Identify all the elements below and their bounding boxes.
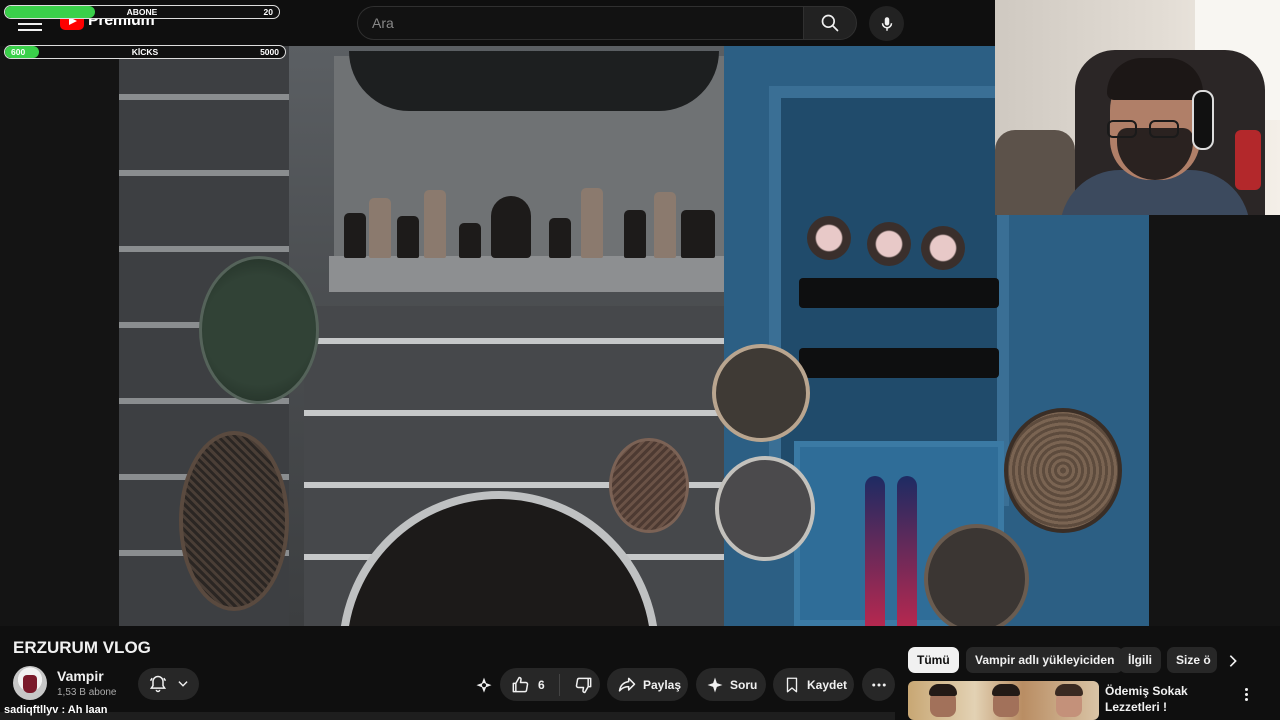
search-icon <box>821 14 839 32</box>
kicks-goal-target: 5000 <box>260 47 279 57</box>
share-button[interactable]: Paylaş <box>607 668 688 701</box>
abone-goal-bar: ABONE 20 <box>4 5 280 19</box>
chevron-down-icon <box>177 681 188 687</box>
chip-all[interactable]: Tümü <box>908 647 959 673</box>
abone-goal-target: 20 <box>263 7 273 17</box>
more-icon <box>871 683 886 686</box>
bookmark-icon <box>786 677 798 692</box>
subscriber-count: 1,53 B abone <box>57 687 117 698</box>
chip-from-uploader[interactable]: Vampir adlı yükleyiciden <box>966 647 1124 673</box>
mic-icon <box>881 16 892 31</box>
chevron-right-icon <box>1229 655 1237 667</box>
video-title: ERZURUM VLOG <box>13 638 151 657</box>
webcam-overlay <box>995 0 1280 215</box>
voice-search-button[interactable] <box>869 6 904 41</box>
kicks-goal-label: KİCKS <box>131 47 159 57</box>
like-icon <box>512 676 529 692</box>
search-bar <box>357 6 857 40</box>
chip-for-you[interactable]: Size ö <box>1167 647 1217 673</box>
chat-overlay-message: sadiqftllyv : Ah laan <box>4 704 108 716</box>
more-actions-button[interactable] <box>862 668 895 701</box>
more-icon[interactable] <box>1238 684 1254 704</box>
bell-icon <box>149 675 166 693</box>
channel-avatar[interactable] <box>13 666 47 700</box>
ask-label: Soru <box>730 677 758 692</box>
subscription-bell-button[interactable] <box>138 668 199 700</box>
search-input[interactable] <box>357 6 803 40</box>
like-dislike-group: 6 <box>500 668 600 701</box>
ask-button[interactable]: Soru <box>696 668 766 701</box>
sparkle-icon[interactable] <box>474 676 494 696</box>
bottom-strip <box>0 712 895 720</box>
like-count: 6 <box>538 677 545 692</box>
share-icon <box>618 677 636 692</box>
chip-related[interactable]: İlgili <box>1119 647 1161 673</box>
abone-goal-label: ABONE <box>126 7 158 17</box>
dislike-button[interactable] <box>560 675 608 695</box>
sparkle-icon <box>707 677 723 692</box>
suggested-video-thumbnail[interactable] <box>908 681 1099 720</box>
save-label: Kaydet <box>807 677 848 692</box>
search-button[interactable] <box>803 6 857 40</box>
suggested-video-title[interactable]: Ödemiş Sokak Lezzetleri ! <box>1105 683 1235 715</box>
like-button[interactable]: 6 <box>500 673 560 696</box>
kicks-goal-bar: 600 KİCKS 5000 <box>4 45 286 59</box>
share-label: Paylaş <box>643 677 682 692</box>
dislike-icon <box>575 677 592 693</box>
chips-next-button[interactable] <box>1222 650 1244 672</box>
channel-name[interactable]: Vampir <box>57 668 104 684</box>
save-button[interactable]: Kaydet <box>773 668 854 701</box>
